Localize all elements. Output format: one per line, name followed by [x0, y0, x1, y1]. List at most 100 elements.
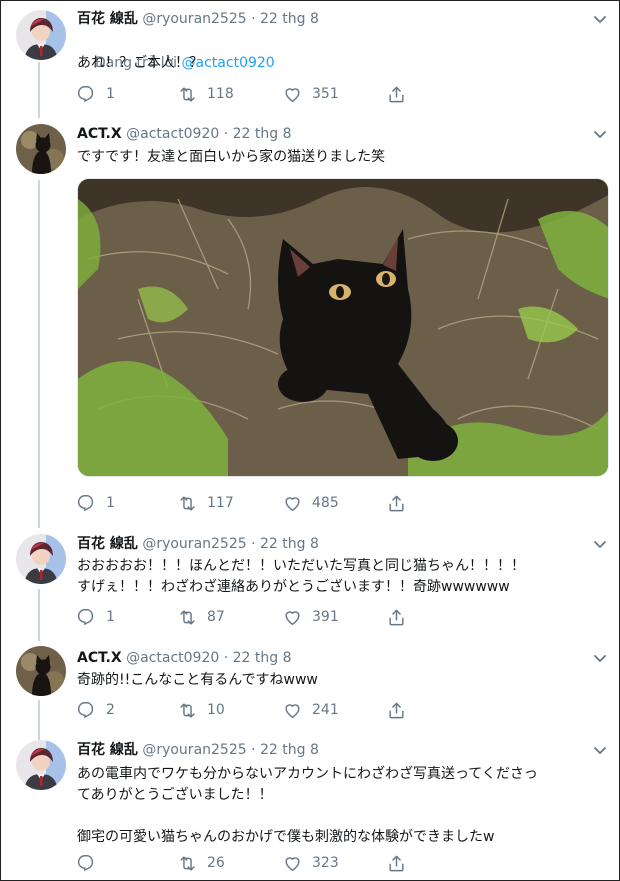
share-button[interactable] [387, 84, 406, 104]
tweet-text: おおおおお！！！ほんとだ！！いただいた写真と同じ猫ちゃん！！！！ すげぇ！！！わ… [77, 558, 525, 595]
tweet-actions: 1 117 485 [77, 493, 477, 513]
share-button[interactable] [387, 853, 406, 873]
chevron-down-icon[interactable] [592, 126, 608, 142]
separator-dot: · [251, 742, 256, 758]
like-button[interactable]: 391 [283, 607, 339, 627]
timestamp[interactable]: 22 thg 8 [260, 742, 319, 758]
black-kitten-photo [78, 179, 608, 476]
user-handle[interactable]: @actact0920 [126, 126, 219, 142]
tweet-text: ですです！友達と面白いから家の猫送りました笑 [77, 149, 386, 165]
retweet-icon [178, 854, 197, 873]
reply-icon [77, 85, 96, 104]
like-count: 323 [312, 855, 339, 871]
reply-icon [77, 701, 96, 720]
avatar[interactable] [16, 10, 66, 60]
reply-button[interactable]: 1 [77, 493, 115, 513]
retweet-button[interactable]: 117 [178, 493, 234, 513]
tweet-photo[interactable] [77, 178, 609, 477]
reply-count: 1 [106, 495, 115, 511]
avatar[interactable] [16, 646, 66, 696]
reply-button[interactable] [77, 853, 106, 873]
tweet[interactable]: 百花 線乱 @ryouran2525 · 22 thg 8 おおおおお！！！ほん… [0, 528, 620, 640]
user-handle[interactable]: @ryouran2525 [142, 742, 246, 758]
display-name[interactable]: 百花 線乱 [77, 742, 138, 758]
user-handle[interactable]: @ryouran2525 [142, 536, 246, 552]
share-button[interactable] [387, 700, 406, 720]
user-handle[interactable]: @actact0920 [126, 650, 219, 666]
display-name[interactable]: 百花 線乱 [77, 536, 138, 552]
share-button[interactable] [387, 607, 406, 627]
like-button[interactable]: 485 [283, 493, 339, 513]
like-icon [283, 701, 302, 720]
share-icon [387, 854, 406, 873]
retweet-icon [178, 608, 197, 627]
retweet-count: 117 [207, 495, 234, 511]
like-count: 391 [312, 609, 339, 625]
like-count: 241 [312, 702, 339, 718]
timestamp[interactable]: 22 thg 8 [260, 536, 319, 552]
avatar[interactable] [16, 124, 66, 174]
timestamp[interactable]: 22 thg 8 [260, 11, 319, 27]
like-icon [283, 494, 302, 513]
share-button[interactable] [387, 493, 406, 513]
display-name[interactable]: ACT.X [77, 126, 122, 142]
like-icon [283, 608, 302, 627]
share-icon [387, 85, 406, 104]
tweet-actions: 2 10 241 [77, 700, 477, 720]
tweet-header: 百花 線乱 @ryouran2525 · 22 thg 8 [77, 9, 319, 29]
tweet-text: あの電車内でワケも分からないアカウントにわざわざ写真送ってくださっ てありがとう… [77, 766, 538, 845]
chevron-down-icon[interactable] [592, 742, 608, 758]
retweet-button[interactable]: 87 [178, 607, 225, 627]
reply-icon [77, 608, 96, 627]
tweet[interactable]: 百花 線乱 @ryouran2525 · 22 thg 8 Đang trả l… [0, 0, 620, 118]
like-icon [283, 85, 302, 104]
retweet-button[interactable]: 118 [178, 84, 234, 104]
tweet-actions: 26 323 [77, 853, 477, 873]
avatar[interactable] [16, 534, 66, 584]
reply-count: 1 [106, 609, 115, 625]
like-button[interactable]: 351 [283, 84, 339, 104]
like-button[interactable]: 241 [283, 700, 339, 720]
tweet-actions: 1 118 351 [77, 84, 477, 104]
reply-button[interactable]: 2 [77, 700, 115, 720]
like-button[interactable]: 323 [283, 853, 339, 873]
tweet-text: 奇跡的!!こんなこと有るんですねwww [77, 672, 318, 688]
share-icon [387, 494, 406, 513]
like-count: 485 [312, 495, 339, 511]
chevron-down-icon[interactable] [592, 536, 608, 552]
tweet[interactable]: ACT.X @actact0920 · 22 thg 8 ですです！友達と面白い… [0, 118, 620, 528]
chevron-down-icon[interactable] [592, 11, 608, 27]
retweet-button[interactable]: 26 [178, 853, 225, 873]
tweet-header: ACT.X @actact0920 · 22 thg 8 [77, 648, 292, 668]
retweet-icon [178, 494, 197, 513]
tweet[interactable]: ACT.X @actact0920 · 22 thg 8 奇跡的!!こんなこと有… [0, 640, 620, 740]
display-name[interactable]: ACT.X [77, 650, 122, 666]
like-count: 351 [312, 86, 339, 102]
retweet-icon [178, 701, 197, 720]
retweet-icon [178, 85, 197, 104]
user-handle[interactable]: @ryouran2525 [142, 11, 246, 27]
reply-icon [77, 854, 96, 873]
reply-button[interactable]: 1 [77, 84, 115, 104]
tweet-header: ACT.X @actact0920 · 22 thg 8 [77, 124, 292, 144]
reply-count: 1 [106, 86, 115, 102]
retweet-count: 118 [207, 86, 234, 102]
reply-count: 2 [106, 702, 115, 718]
tweet[interactable]: 百花 線乱 @ryouran2525 · 22 thg 8 あの電車内でワケも分… [0, 740, 620, 881]
separator-dot: · [251, 536, 256, 552]
like-icon [283, 854, 302, 873]
separator-dot: · [223, 126, 229, 142]
timestamp[interactable]: 22 thg 8 [233, 650, 292, 666]
timestamp[interactable]: 22 thg 8 [233, 126, 292, 142]
share-icon [387, 701, 406, 720]
tweet-header: 百花 線乱 @ryouran2525 · 22 thg 8 [77, 740, 319, 760]
retweet-count: 10 [207, 702, 225, 718]
avatar[interactable] [16, 740, 66, 790]
display-name[interactable]: 百花 線乱 [77, 11, 138, 27]
chevron-down-icon[interactable] [592, 650, 608, 666]
retweet-count: 87 [207, 609, 225, 625]
retweet-button[interactable]: 10 [178, 700, 225, 720]
tweet-actions: 1 87 391 [77, 607, 477, 627]
reply-icon [77, 494, 96, 513]
reply-button[interactable]: 1 [77, 607, 115, 627]
